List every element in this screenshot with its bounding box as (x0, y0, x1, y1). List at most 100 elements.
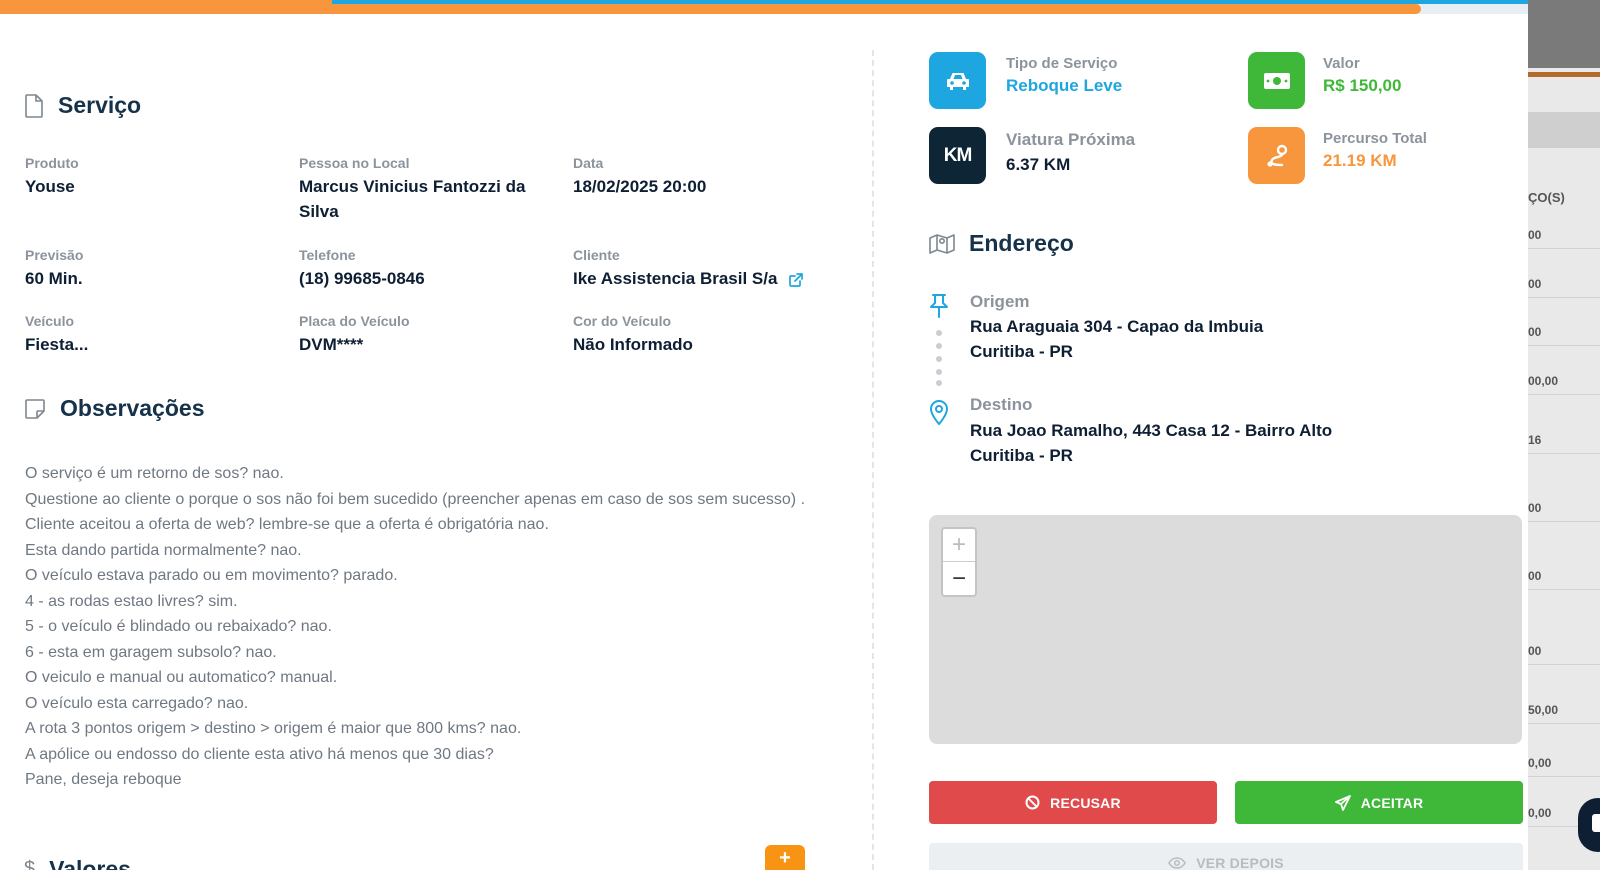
field-label-telefone: Telefone (299, 247, 356, 263)
background-table-cell: 16 (1528, 433, 1600, 454)
note-line: O veiculo e manual ou automatico? manual… (25, 669, 338, 686)
column-divider (872, 50, 874, 870)
zoom-out-button[interactable]: − (943, 562, 975, 595)
section-valores-header: $ Valores (24, 856, 131, 870)
section-servico-header: Serviço (24, 92, 141, 119)
field-label-cliente: Cliente (573, 247, 620, 263)
background-table-header: ÇO(S) (1528, 190, 1565, 205)
origem-label: Origem (970, 292, 1030, 311)
origem-line2: Curitiba - PR (970, 342, 1073, 361)
origem-line1: Rua Araguaia 304 - Capao da Imbuia (970, 317, 1264, 336)
note-line: Pane, deseja reboque (25, 771, 182, 788)
background-table-cell: 00 (1528, 501, 1600, 522)
field-label-pessoa: Pessoa no Local (299, 155, 410, 171)
background-header-strip (1528, 0, 1600, 68)
view-later-label: VER DEPOIS (1196, 855, 1284, 870)
ban-icon (1025, 795, 1040, 810)
field-label-veiculo: Veículo (25, 313, 75, 329)
section-valores-title: Valores (49, 856, 131, 870)
cliente-name: Ike Assistencia Brasil S/a (573, 269, 778, 288)
service-offer-modal: Serviço Produto Youse Pessoa no Local Ma… (0, 0, 1528, 870)
field-value-placa: DVM**** (299, 335, 364, 354)
zoom-in-button[interactable]: + (943, 529, 975, 562)
pin-icon (930, 294, 948, 318)
field-value-produto: Youse (25, 177, 75, 196)
money-icon (1248, 52, 1305, 109)
tile-value-tipo: Reboque Leve (1006, 76, 1123, 95)
destino-line1: Rua Joao Ramalho, 443 Casa 12 - Bairro A… (970, 421, 1333, 440)
note-line: Questione ao cliente o porque o sos não … (25, 490, 806, 508)
map-zoom-control: + − (941, 527, 977, 597)
note-line: Cliente aceitou a oferta de web? lembre-… (25, 516, 549, 533)
background-table-cell: 00 (1528, 277, 1600, 298)
background-table-cell: 0,00 (1528, 756, 1600, 777)
field-value-pessoa-line2: Silva (299, 202, 339, 221)
background-table-cell: 00 (1528, 644, 1600, 665)
field-label-previsao: Previsão (25, 247, 84, 263)
background-gray-band (1528, 112, 1600, 148)
route-dot (936, 380, 942, 386)
refuse-button[interactable]: RECUSAR (929, 781, 1217, 824)
background-orange-line (1528, 72, 1600, 77)
chat-widget-button[interactable] (1578, 798, 1600, 852)
refuse-label: RECUSAR (1050, 794, 1121, 811)
offer-timer-progress (0, 0, 1528, 14)
route-dot (936, 369, 942, 375)
note-line: 4 - as rodas estao livres? sim. (25, 592, 238, 610)
section-endereco-header: Endereço (929, 230, 1074, 257)
field-value-telefone: (18) 99685-0846 (299, 269, 425, 288)
destino-label: Destino (970, 395, 1033, 414)
section-endereco-title: Endereço (969, 230, 1074, 256)
background-table-cell: 50,00 (1528, 703, 1600, 724)
send-icon (1334, 794, 1351, 811)
car-icon (929, 52, 986, 109)
field-label-data: Data (573, 155, 604, 171)
location-pin-icon (929, 400, 949, 426)
field-label-produto: Produto (25, 155, 79, 171)
dollar-icon: $ (24, 858, 36, 870)
section-servico-title: Serviço (58, 92, 142, 118)
section-observacoes-header: Observações (24, 395, 204, 422)
tile-value-percurso: 21.19 KM (1323, 151, 1397, 170)
origem-address: Rua Araguaia 304 - Capao da Imbuia Curit… (970, 314, 1263, 364)
field-value-cor: Não Informado (573, 335, 693, 354)
background-table-cell: 00 (1528, 325, 1600, 346)
note-line: O serviço é um retorno de sos? nao. (25, 465, 284, 482)
background-page: ÇO(S) 00 00 00 00,00 16 00 00 00 50,00 0… (1528, 0, 1600, 870)
background-table-cell: 00 (1528, 228, 1600, 249)
field-value-previsao: 60 Min. (25, 269, 83, 288)
note-line: A apólice ou endosso do cliente esta ati… (25, 745, 494, 763)
field-value-veiculo: Fiesta... (25, 335, 89, 354)
note-line: O veículo estava parado ou em movimento?… (25, 567, 398, 584)
field-value-data: 18/02/2025 20:00 (573, 177, 707, 196)
tile-label-viatura: Viatura Próxima (1006, 130, 1136, 149)
field-value-pessoa: Marcus Vinicius Fantozzi da Silva (299, 174, 525, 224)
field-value-pessoa-line1: Marcus Vinicius Fantozzi da (299, 177, 526, 196)
tile-label-tipo: Tipo de Serviço (1006, 55, 1118, 72)
route-icon (1248, 127, 1305, 184)
tile-value-viatura: 6.37 KM (1006, 155, 1071, 174)
note-line: 6 - esta em garagem subsolo? nao. (25, 643, 277, 661)
note-icon (25, 398, 45, 419)
observacoes-text: O serviço é um retorno de sos? nao. Ques… (25, 461, 825, 793)
note-line: O veículo esta carregado? nao. (25, 694, 249, 712)
route-map[interactable]: + − (929, 515, 1522, 744)
tile-value-valor: R$ 150,00 (1323, 76, 1402, 95)
field-label-placa: Placa do Veículo (299, 313, 410, 329)
route-dot (936, 356, 942, 362)
add-valor-button[interactable]: + (765, 845, 805, 870)
note-line: 5 - o veículo é blindado ou rebaixado? n… (25, 618, 332, 635)
tile-label-valor: Valor (1323, 55, 1360, 72)
document-icon (25, 93, 43, 118)
field-label-cor: Cor do Veículo (573, 313, 672, 329)
km-icon: KM (929, 127, 986, 184)
external-link-icon[interactable] (789, 272, 804, 287)
accept-label: ACEITAR (1360, 794, 1424, 811)
route-dot (936, 330, 942, 336)
view-later-button[interactable]: VER DEPOIS (929, 843, 1523, 870)
map-icon (929, 233, 955, 254)
progress-fill (0, 4, 1422, 14)
field-value-cliente: Ike Assistencia Brasil S/a (573, 266, 804, 291)
accept-button[interactable]: ACEITAR (1235, 781, 1523, 824)
eye-icon (1168, 857, 1187, 869)
